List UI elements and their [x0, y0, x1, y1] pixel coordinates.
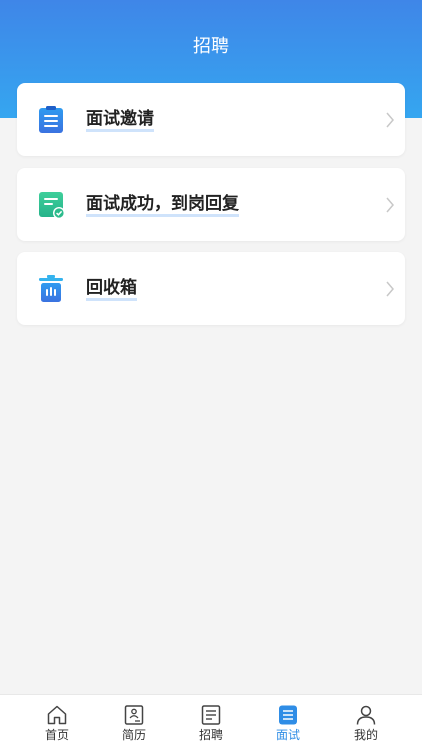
page-title: 招聘 [193, 36, 229, 57]
interview-icon [277, 704, 299, 726]
bottom-tab-bar: 首页 简历 招聘 面试 我的 [0, 694, 422, 751]
tab-home[interactable]: 首页 [19, 695, 95, 751]
tab-label: 首页 [44, 728, 69, 742]
menu-item-label: 面试成功，到岗回复 [86, 194, 239, 217]
tab-label: 面试 [275, 728, 300, 742]
menu-item-interview-invitation[interactable]: 面试邀请 [17, 83, 405, 156]
home-icon [46, 704, 68, 726]
tab-label: 我的 [353, 728, 378, 742]
menu-item-label: 回收箱 [86, 278, 137, 301]
tab-recruit[interactable]: 招聘 [173, 695, 249, 751]
resume-icon [123, 704, 145, 726]
menu-item-recycle-bin[interactable]: 回收箱 [17, 252, 405, 325]
tab-label: 招聘 [198, 728, 223, 742]
document-check-icon [36, 190, 66, 220]
document-icon [200, 704, 222, 726]
menu-item-label: 面试邀请 [86, 109, 154, 132]
tab-mine[interactable]: 我的 [328, 695, 404, 751]
tab-interview[interactable]: 面试 [250, 695, 326, 751]
trash-bin-icon [36, 274, 66, 304]
chevron-right-icon [385, 111, 395, 129]
clipboard-list-icon [36, 105, 66, 135]
chevron-right-icon [385, 280, 395, 298]
user-icon [355, 704, 377, 726]
chevron-right-icon [385, 196, 395, 214]
tab-label: 简历 [121, 728, 146, 742]
tab-resume[interactable]: 简历 [96, 695, 172, 751]
menu-item-interview-success[interactable]: 面试成功，到岗回复 [17, 168, 405, 241]
